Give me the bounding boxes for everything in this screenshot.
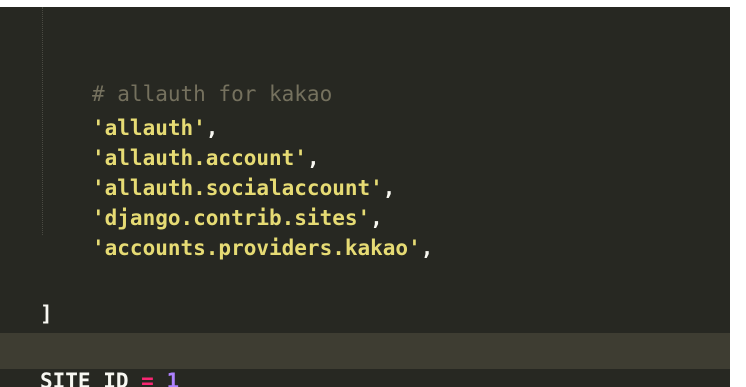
string-literal: 'allauth.socialaccount' <box>92 176 383 200</box>
code-line: 'django.contrib.sites', <box>0 173 383 230</box>
string-literal: 'accounts.providers.kakao' <box>92 236 421 260</box>
comma: , <box>205 116 219 140</box>
comma: , <box>306 146 320 170</box>
code-line-assignment: SITE_ID = 1 <box>0 336 179 387</box>
top-cropped-strip: _ <box>0 0 746 7</box>
string-literal: 'allauth' <box>92 116 206 140</box>
closing-bracket: ] <box>40 302 53 326</box>
code-line: 'allauth', <box>0 83 218 140</box>
code-line: 'allauth.account', <box>0 113 320 170</box>
number-literal: 1 <box>166 369 180 387</box>
code-editor[interactable]: # allauth for kakao 'allauth', 'allauth.… <box>0 7 730 387</box>
partial-code-line: _ <box>92 0 105 7</box>
code-line: 'accounts.providers.kakao', <box>0 203 433 260</box>
string-literal: 'django.contrib.sites' <box>92 206 371 230</box>
current-line-highlight <box>0 333 730 369</box>
string-literal: 'allauth.account' <box>92 146 307 170</box>
variable-name: SITE_ID <box>40 369 129 387</box>
comma: , <box>420 236 434 260</box>
code-line: 'allauth.socialaccount', <box>0 143 395 200</box>
code-line-bracket: ] <box>0 269 53 326</box>
comma: , <box>382 176 396 200</box>
code-line-comment: # allauth for kakao <box>0 49 332 106</box>
code-comment: # allauth for kakao <box>92 82 333 106</box>
assignment-operator: = <box>141 369 154 387</box>
comma: , <box>370 206 383 230</box>
